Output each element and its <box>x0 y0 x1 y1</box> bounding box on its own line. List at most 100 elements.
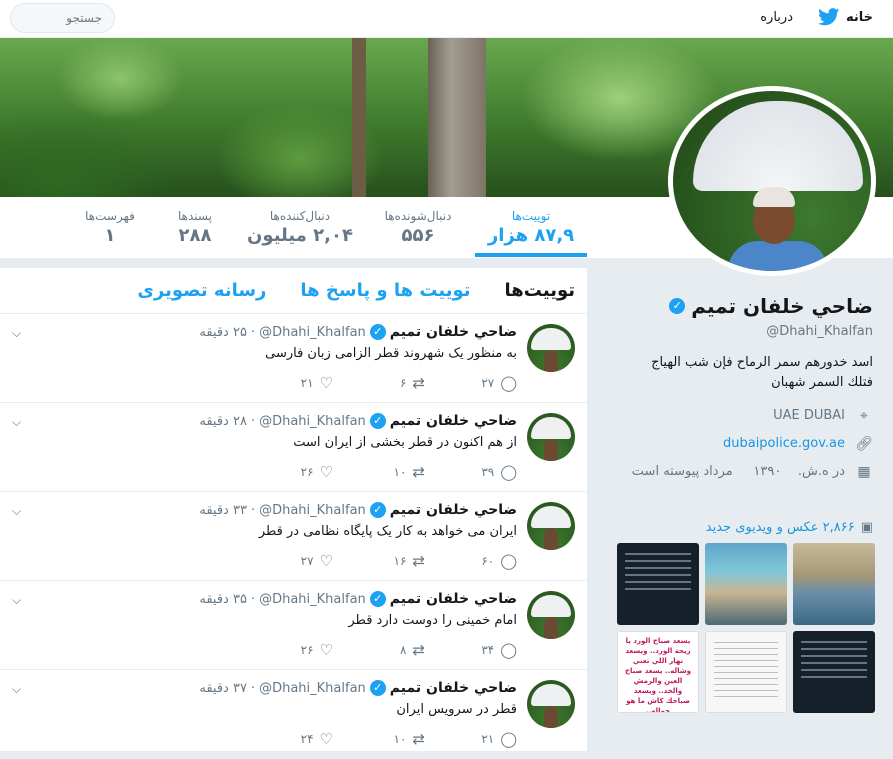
tweet-author-name[interactable]: ضاحي خلفان تميم <box>390 591 517 607</box>
chevron-down-icon[interactable]: ⌵ <box>12 593 21 608</box>
retweet-button[interactable]: ⇄ ۱۰ <box>333 730 425 748</box>
reply-button[interactable]: ◯ ۲۷ <box>425 374 517 392</box>
profile-website[interactable]: 🔗︎ dubaipolice.gov.ae <box>723 436 873 452</box>
retweet-icon: ⇄ <box>412 730 425 748</box>
retweet-icon: ⇄ <box>412 374 425 392</box>
media-gallery: يسعد صباح الورد يا ريحة الورد.. ويسعد نه… <box>613 543 875 713</box>
tweet[interactable]: ضاحي خلفان تميم ✓ @Dhahi_Khalfan · ۲۵ دق… <box>0 314 587 403</box>
stat-following[interactable]: دنبال‌شونده‌ها ۵۵۶ <box>368 197 468 259</box>
stat-followers[interactable]: دنبال‌کننده‌ها ۲,۰۴ میلیون <box>240 197 360 259</box>
heart-icon: ♡ <box>319 374 333 392</box>
nav-home[interactable]: خانه <box>818 8 873 26</box>
nav-about[interactable]: درباره <box>760 10 793 25</box>
tweet-author-name[interactable]: ضاحي خلفان تميم <box>390 413 517 429</box>
verified-badge-icon: ✓ <box>369 502 386 518</box>
retweet-button[interactable]: ⇄ ۶ <box>333 374 425 392</box>
timeline: توییت‌ها توییت ها و پاسخ ها رسانه تصویری… <box>0 268 587 759</box>
like-button[interactable]: ♡ ۲۶ <box>241 463 333 481</box>
verified-badge-icon: ✓ <box>369 324 386 340</box>
tweet-author-handle[interactable]: @Dhahi_Khalfan <box>259 503 366 518</box>
tweet-timestamp[interactable]: ۳۷ دقیقه <box>199 681 247 696</box>
reply-button[interactable]: ◯ ۳۹ <box>425 463 517 481</box>
profile-name[interactable]: ضاحي خلفان تميم ✓ <box>669 294 873 318</box>
avatar-umbrella <box>693 101 863 191</box>
stat-tweets[interactable]: توییت‌ها ۸۷,۹ هزار <box>475 197 587 257</box>
media-thumbnail[interactable] <box>793 631 875 713</box>
like-button[interactable]: ♡ ۲۷ <box>241 552 333 570</box>
profile-handle[interactable]: @Dhahi_Khalfan <box>766 324 873 339</box>
reply-icon: ◯ <box>500 463 517 481</box>
verified-badge-icon: ✓ <box>369 591 386 607</box>
tweet-actions: ◯ ۳۹ ⇄ ۱۰ ♡ ۲۶ <box>241 463 517 481</box>
chevron-down-icon[interactable]: ⌵ <box>12 504 21 519</box>
search-input[interactable] <box>10 3 115 33</box>
banner-tree-trunk <box>352 38 366 197</box>
tab-tweets-replies[interactable]: توییت ها و پاسخ ها <box>300 280 470 301</box>
reply-button[interactable]: ◯ ۳۴ <box>425 641 517 659</box>
retweet-button[interactable]: ⇄ ۸ <box>333 641 425 659</box>
tab-media[interactable]: رسانه تصویری <box>137 280 266 301</box>
chevron-down-icon[interactable]: ⌵ <box>12 415 21 430</box>
profile-sidebar: ضاحي خلفان تميم ✓ @Dhahi_Khalfan اسد خدو… <box>595 260 893 751</box>
profile-location: ⌖ UAE DUBAI <box>773 408 873 424</box>
tweet-avatar[interactable] <box>527 324 575 372</box>
retweet-button[interactable]: ⇄ ۱۶ <box>333 552 425 570</box>
top-navigation: خانه درباره <box>0 0 893 38</box>
reply-icon: ◯ <box>500 730 517 748</box>
tweet[interactable]: ضاحي خلفان تميم ✓ @Dhahi_Khalfan · ۳۳ دق… <box>0 492 587 581</box>
reply-icon: ◯ <box>500 374 517 392</box>
retweet-button[interactable]: ⇄ ۱۰ <box>333 463 425 481</box>
tweet[interactable]: ضاحي خلفان تميم ✓ @Dhahi_Khalfan · ۲۸ دق… <box>0 403 587 492</box>
tweet-author-handle[interactable]: @Dhahi_Khalfan <box>259 414 366 429</box>
verified-badge-icon: ✓ <box>369 413 386 429</box>
stat-lists[interactable]: فهرست‌ها ۱ <box>70 197 150 259</box>
tab-tweets[interactable]: توییت‌ها <box>505 280 575 301</box>
tweet-avatar[interactable] <box>527 502 575 550</box>
chevron-down-icon[interactable]: ⌵ <box>12 326 21 341</box>
tweet-author-name[interactable]: ضاحي خلفان تميم <box>390 324 517 340</box>
tweet-avatar[interactable] <box>527 591 575 639</box>
tweet-author-handle[interactable]: @Dhahi_Khalfan <box>259 592 366 607</box>
banner-tree-trunk <box>428 38 486 197</box>
tweet[interactable]: ضاحي خلفان تميم ✓ @Dhahi_Khalfan · ۳۵ دق… <box>0 581 587 670</box>
tweet-author-handle[interactable]: @Dhahi_Khalfan <box>259 681 366 696</box>
media-thumbnail[interactable] <box>705 631 787 713</box>
tweet-timestamp[interactable]: ۲۵ دقیقه <box>199 325 247 340</box>
profile-bio: اسد خدورهم سمر الرماح فإن شب الهياج فتلك… <box>651 355 873 390</box>
profile-avatar[interactable] <box>668 86 876 276</box>
media-thumbnail[interactable]: يسعد صباح الورد يا ريحة الورد.. ويسعد نه… <box>617 631 699 713</box>
timeline-tabs: توییت‌ها توییت ها و پاسخ ها رسانه تصویری <box>0 268 587 314</box>
tweet-author-name[interactable]: ضاحي خلفان تميم <box>390 502 517 518</box>
profile-joined: ▦ در ه.ش. ۱۳۹۰ مرداد پیوسته است <box>623 464 873 480</box>
tweet-author-name[interactable]: ضاحي خلفان تميم <box>390 680 517 696</box>
reply-button[interactable]: ◯ ۲۱ <box>425 730 517 748</box>
twitter-bird-icon <box>818 8 840 26</box>
media-thumbnail[interactable] <box>793 543 875 625</box>
avatar-person <box>753 187 795 207</box>
location-pin-icon: ⌖ <box>860 408 868 424</box>
like-button[interactable]: ♡ ۲۶ <box>241 641 333 659</box>
tweet-text: قطر در سرویس ایران <box>396 702 517 717</box>
media-thumbnail[interactable] <box>617 543 699 625</box>
tweet-timestamp[interactable]: ۳۳ دقیقه <box>199 503 247 518</box>
tweet-author-handle[interactable]: @Dhahi_Khalfan <box>259 325 366 340</box>
tweet-timestamp[interactable]: ۳۵ دقیقه <box>199 592 247 607</box>
retweet-icon: ⇄ <box>412 641 425 659</box>
tweet-text: به منظور یک شهروند قطر الزامی زبان فارسی <box>265 346 517 361</box>
reply-button[interactable]: ◯ ۶۰ <box>425 552 517 570</box>
stat-likes[interactable]: پسندها ۲۸۸ <box>160 197 230 259</box>
like-button[interactable]: ♡ ۲۴ <box>241 730 333 748</box>
photos-videos-link[interactable]: ▣ ۲,۸۶۶ عکس و ویدیوی جدید <box>706 520 873 535</box>
chevron-down-icon[interactable]: ⌵ <box>12 682 21 697</box>
tweet-timestamp[interactable]: ۲۸ دقیقه <box>199 414 247 429</box>
verified-badge-icon: ✓ <box>369 680 386 696</box>
tweet[interactable]: ضاحي خلفان تميم ✓ @Dhahi_Khalfan · ۳۷ دق… <box>0 670 587 759</box>
media-thumbnail[interactable] <box>705 543 787 625</box>
tweet-avatar[interactable] <box>527 680 575 728</box>
verified-badge-icon: ✓ <box>669 298 686 314</box>
tweet-actions: ◯ ۲۱ ⇄ ۱۰ ♡ ۲۴ <box>241 730 517 748</box>
tweet-avatar[interactable] <box>527 413 575 461</box>
tweet-actions: ◯ ۳۴ ⇄ ۸ ♡ ۲۶ <box>241 641 517 659</box>
heart-icon: ♡ <box>319 552 333 570</box>
like-button[interactable]: ♡ ۲۱ <box>241 374 333 392</box>
